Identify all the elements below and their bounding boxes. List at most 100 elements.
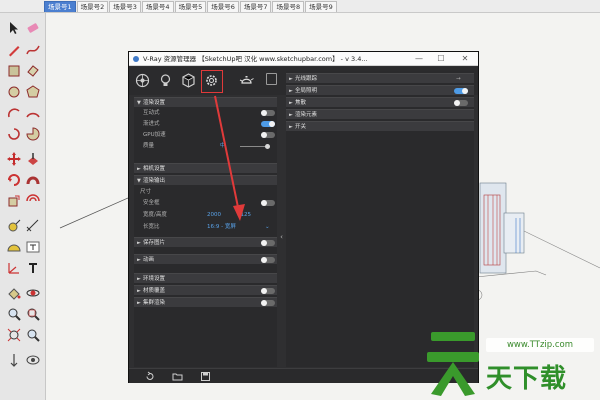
two-point-arc-icon[interactable] [25, 105, 41, 121]
caret-right-icon: ► [137, 300, 141, 306]
section-raytrace[interactable]: ► 光线跟踪 → [286, 73, 474, 83]
pie-icon[interactable] [25, 126, 41, 142]
gpu-option: GPU加速 [134, 130, 277, 140]
orbit-icon[interactable] [25, 285, 41, 301]
watermark-url: www.TTzip.com [486, 338, 594, 352]
3d-text-icon[interactable] [25, 260, 41, 276]
section-render-elements[interactable]: ► 渲染元素 [286, 109, 474, 119]
section-save-image[interactable]: ► 保存图片 [134, 237, 277, 247]
scene-tab-7[interactable]: 场景号7 [239, 1, 272, 12]
push-pull-icon[interactable] [25, 151, 41, 167]
minimize-button[interactable]: — [408, 52, 430, 66]
vray-logo-icon [133, 56, 139, 62]
scene-tab-9[interactable]: 场景号9 [305, 1, 337, 12]
move-icon[interactable] [6, 151, 22, 167]
width-input[interactable]: 2000 [207, 210, 221, 220]
previous-view-icon[interactable] [25, 327, 41, 343]
watermark-text: 天下载 [486, 364, 568, 394]
position-camera-icon[interactable] [6, 352, 22, 368]
width-height-option: 宽度/高度 2000 1125 [143, 210, 251, 220]
safe-frame-toggle[interactable] [261, 200, 275, 206]
quality-slider[interactable] [240, 146, 268, 147]
scene-tab-6[interactable]: 场景号6 [207, 1, 239, 12]
interactive-toggle[interactable] [261, 110, 275, 116]
scene-tab-3[interactable]: 场景号3 [109, 1, 141, 12]
quality-slider-handle[interactable] [265, 144, 270, 149]
safe-frame-option: 安全框 [134, 198, 277, 208]
open-folder-icon[interactable] [172, 371, 183, 382]
lights-icon[interactable] [157, 72, 174, 89]
section-camera[interactable]: ► 相机设置 [134, 163, 277, 173]
render-teapot-icon[interactable] [238, 72, 255, 89]
zoom-extents-icon[interactable] [6, 327, 22, 343]
section-environment[interactable]: ► 环境设置 [134, 273, 277, 283]
render-region-icon[interactable] [266, 73, 277, 85]
materials-icon[interactable] [134, 72, 151, 89]
scene-tab-5[interactable]: 场景号5 [174, 1, 207, 12]
aspect-ratio-select[interactable]: 16:9 - 宽屏 [207, 222, 236, 232]
highlight-annotation [201, 70, 223, 93]
scene-tab-4[interactable]: 场景号4 [141, 1, 174, 12]
caustics-toggle[interactable] [454, 100, 468, 106]
gi-toggle[interactable] [454, 88, 468, 94]
look-around-icon[interactable] [25, 352, 41, 368]
section-caustics[interactable]: ► 焦散 [286, 97, 474, 107]
arc-icon[interactable] [6, 105, 22, 121]
section-render-output[interactable]: ▼ 渲染输出 [134, 175, 277, 185]
rotate-icon[interactable] [6, 172, 22, 188]
swarm-toggle[interactable] [261, 300, 275, 306]
caret-down-icon: ▼ [137, 100, 141, 106]
dimension-icon[interactable] [25, 218, 41, 234]
scene-tab-1[interactable]: 场景号1 [44, 1, 76, 12]
height-input[interactable]: 1125 [237, 210, 251, 220]
rotated-rectangle-icon[interactable] [25, 63, 41, 79]
section-animation[interactable]: ► 动画 [134, 254, 277, 264]
section-global-illumination[interactable]: ► 全局照明 [286, 85, 474, 95]
zoom-window-icon[interactable] [25, 306, 41, 322]
section-material-override[interactable]: ► 材质覆盖 [134, 285, 277, 295]
section-swarm[interactable]: ► 集群渲染 [134, 297, 277, 307]
save-image-toggle[interactable] [261, 240, 275, 246]
building-model [465, 182, 600, 301]
save-icon[interactable] [200, 371, 211, 382]
scene-tab-8[interactable]: 场景号8 [272, 1, 305, 12]
text-icon[interactable] [25, 239, 41, 255]
paint-bucket-icon[interactable] [6, 285, 22, 301]
caret-down-icon: ▼ [137, 178, 141, 184]
follow-me-icon[interactable] [25, 172, 41, 188]
offset-icon[interactable] [25, 193, 41, 209]
reset-icon[interactable] [144, 371, 155, 382]
window-titlebar[interactable]: V-Ray 资源管理器 【SketchUp吧 汉化 www.sketchupba… [129, 52, 478, 66]
eraser-icon[interactable] [25, 20, 41, 36]
maximize-button[interactable]: ☐ [430, 52, 452, 66]
scene-tab-2[interactable]: 场景号2 [76, 1, 109, 12]
freehand-icon[interactable] [25, 42, 41, 58]
rectangle-icon[interactable] [6, 63, 22, 79]
line-pencil-icon[interactable] [6, 42, 22, 58]
aspect-ratio-option: 长宽比 16:9 - 宽屏 ⌄ [143, 222, 270, 232]
quality-value: 中 [220, 143, 226, 149]
select-arrow-icon[interactable] [6, 20, 22, 36]
protractor-icon[interactable] [6, 239, 22, 255]
axes-icon[interactable] [6, 260, 22, 276]
gpu-toggle[interactable] [261, 132, 275, 138]
section-switches[interactable]: ► 开关 [286, 121, 474, 131]
raytrace-more-icon[interactable]: → [456, 74, 461, 84]
three-point-arc-icon[interactable] [6, 126, 22, 142]
progressive-toggle[interactable] [261, 121, 275, 127]
tape-measure-icon[interactable] [6, 218, 22, 234]
scene-tab-bar: 场景号1 场景号2 场景号3 场景号4 场景号5 场景号6 场景号7 场景号8 … [0, 0, 600, 13]
caret-right-icon: ► [289, 88, 293, 94]
polygon-icon[interactable] [25, 84, 41, 100]
chevron-down-icon[interactable]: ⌄ [265, 222, 270, 232]
animation-toggle[interactable] [261, 257, 275, 263]
panel-splitter-icon[interactable]: ‹ [279, 232, 284, 242]
geometry-icon[interactable] [180, 72, 197, 89]
caret-right-icon: ► [137, 288, 141, 294]
section-render[interactable]: ▼ 渲染设置 [134, 97, 277, 107]
circle-icon[interactable] [6, 84, 22, 100]
close-button[interactable]: ✕ [454, 52, 476, 66]
material-override-toggle[interactable] [261, 288, 275, 294]
zoom-icon[interactable] [6, 306, 22, 322]
scale-icon[interactable] [6, 193, 22, 209]
